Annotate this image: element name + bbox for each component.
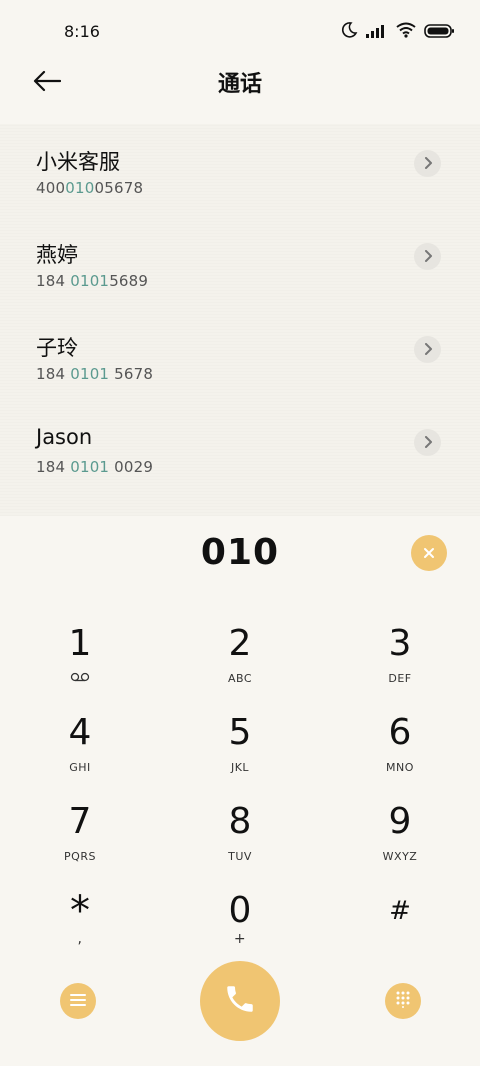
key-letters: ABC <box>227 672 253 685</box>
contact-suggestions: 小米客服 40001005678 燕婷 184 01015689 子玲 184 … <box>0 124 480 516</box>
dialpad-icon <box>395 990 411 1012</box>
status-icons <box>340 22 454 42</box>
wifi-icon <box>396 22 416 42</box>
menu-button[interactable] <box>60 983 96 1019</box>
contact-row[interactable]: 子玲 184 0101 5678 <box>0 310 480 403</box>
status-bar: 8:16 <box>0 0 480 62</box>
number-match: 0101 <box>70 272 110 290</box>
key-digit: 6 <box>388 712 412 753</box>
key-digit: * <box>70 888 90 934</box>
chevron-right-icon <box>423 154 433 173</box>
contact-details-button[interactable] <box>414 150 441 177</box>
contact-details-button[interactable] <box>414 429 441 456</box>
number-part: 05678 <box>94 179 144 197</box>
key-digit: 3 <box>388 623 412 664</box>
page-title: 通话 <box>217 72 262 97</box>
key-digit: 1 <box>68 623 92 664</box>
number-part: 184 <box>36 365 71 383</box>
signal-icon <box>366 23 388 42</box>
key-letters: JKL <box>230 761 250 774</box>
key-digit: 0 <box>228 890 252 931</box>
chevron-right-icon <box>423 433 433 452</box>
number-part: 184 <box>36 272 71 290</box>
number-part: 5678 <box>109 365 154 383</box>
key-1[interactable]: 1 <box>20 624 140 702</box>
contact-row[interactable]: 燕婷 184 01015689 <box>0 217 480 310</box>
dial-input: 010 <box>0 528 480 582</box>
number-match: 0101 <box>70 458 110 476</box>
key-letters: TUV <box>228 850 252 863</box>
contact-row[interactable]: 小米客服 40001005678 <box>0 124 480 217</box>
contact-details-button[interactable] <box>414 243 441 270</box>
contact-name: 燕婷 <box>36 243 78 267</box>
number-part: 5689 <box>109 272 149 290</box>
bottom-action-bar <box>0 960 480 1042</box>
chevron-right-icon <box>423 340 433 359</box>
key-3[interactable]: 3 DEF <box>340 624 460 702</box>
call-button[interactable] <box>200 961 280 1041</box>
key-letters: MNO <box>386 761 414 774</box>
key-2[interactable]: 2 ABC <box>180 624 300 702</box>
phone-icon <box>223 982 257 1020</box>
number-part: 400 <box>36 179 66 197</box>
key-8[interactable]: 8 TUV <box>180 802 300 880</box>
key-letters <box>340 939 460 953</box>
close-icon <box>423 544 435 563</box>
key-letters: PQRS <box>64 850 96 863</box>
number-match: 010 <box>65 179 95 197</box>
key-9[interactable]: 9 WXYZ <box>340 802 460 880</box>
key-5[interactable]: 5 JKL <box>180 713 300 791</box>
key-6[interactable]: 6 MNO <box>340 713 460 791</box>
key-7[interactable]: 7 PQRS <box>20 802 140 880</box>
chevron-right-icon <box>423 247 433 266</box>
key-letters: WXYZ <box>382 850 418 863</box>
contact-name: 子玲 <box>36 336 78 360</box>
key-digit: 7 <box>68 801 92 842</box>
contact-number: 40001005678 <box>36 179 143 197</box>
key-hash[interactable]: # <box>340 891 460 969</box>
keypad-toggle-button[interactable] <box>385 983 421 1019</box>
voicemail-icon <box>20 672 140 686</box>
key-digit: 5 <box>228 712 252 753</box>
status-time: 8:16 <box>64 22 100 41</box>
contact-number: 184 0101 5678 <box>36 365 153 383</box>
key-letters: + <box>233 931 247 947</box>
key-digit: 9 <box>388 801 412 842</box>
number-part: 184 <box>36 458 71 476</box>
key-digit: 2 <box>228 623 252 664</box>
delete-button[interactable] <box>411 535 447 571</box>
number-part: 0029 <box>109 458 154 476</box>
key-0[interactable]: 0 + <box>180 891 300 969</box>
battery-icon <box>424 23 454 42</box>
menu-icon <box>70 992 86 1011</box>
number-match: 0101 <box>70 365 110 383</box>
key-digit: # <box>389 896 411 926</box>
contact-details-button[interactable] <box>414 336 441 363</box>
key-letters: , <box>77 931 83 947</box>
key-letters: GHI <box>69 761 91 774</box>
contact-name: Jason <box>36 425 93 449</box>
contact-row[interactable]: Jason 184 0101 0029 <box>0 403 480 496</box>
contact-name: 小米客服 <box>36 150 120 174</box>
moon-icon <box>340 21 358 43</box>
key-digit: 4 <box>68 712 92 753</box>
header: 通话 <box>0 62 480 106</box>
contact-number: 184 0101 0029 <box>36 458 153 476</box>
dialed-number: 010 <box>200 532 280 573</box>
contact-number: 184 01015689 <box>36 272 148 290</box>
key-digit: 8 <box>228 801 252 842</box>
key-star[interactable]: * , <box>20 891 140 969</box>
key-letters: DEF <box>388 672 412 685</box>
key-4[interactable]: 4 GHI <box>20 713 140 791</box>
